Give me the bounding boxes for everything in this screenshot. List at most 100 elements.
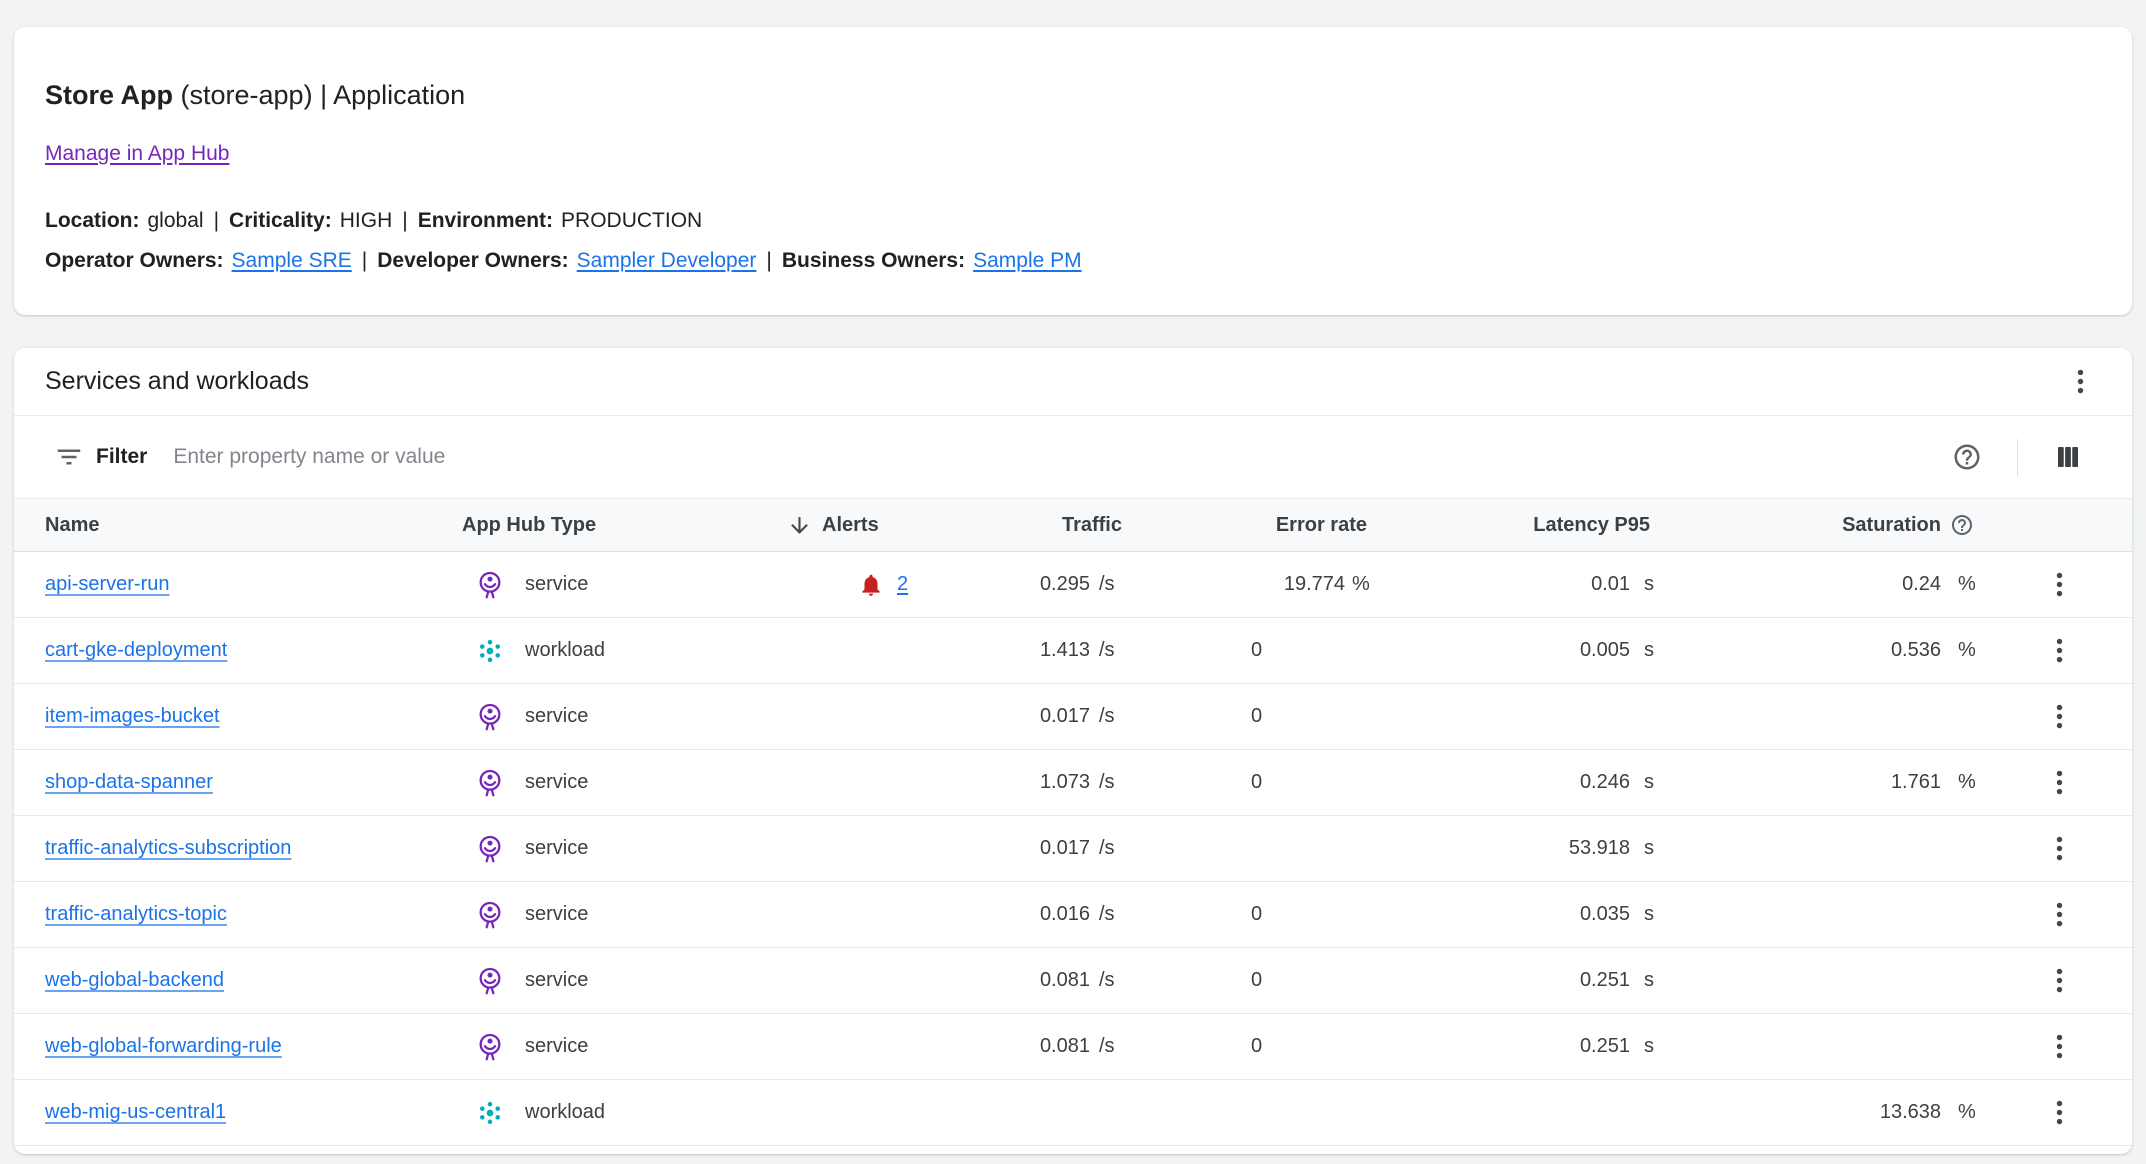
row-name-link[interactable]: web-global-backend [45,969,224,991]
row-type-cell: service [454,767,779,799]
error-rate-value: 0 [1251,1035,1262,1058]
row-type-cell: service [454,833,779,865]
column-header-saturation-label: Saturation [1842,514,1941,537]
app-meta-line-2: Operator Owners: Sample SRE | Developer Own… [45,241,2101,281]
column-header-latency[interactable]: Latency P95 [1379,499,1662,551]
row-alerts: 2 [779,572,1019,598]
services-card: Services and workloads Filter [14,348,2132,1154]
row-actions-button[interactable] [2035,825,2083,873]
row-name-link[interactable]: traffic-analytics-topic [45,903,227,925]
row-name-link[interactable]: traffic-analytics-subscription [45,837,291,859]
row-type-label: workload [525,639,605,662]
column-header-alerts[interactable]: Alerts [779,499,1019,551]
card-more-actions-button[interactable] [2056,358,2104,406]
latency-value: 0.01 [1379,573,1630,596]
alert-count-link[interactable]: 2 [897,573,908,596]
row-actions-button[interactable] [2035,1089,2083,1137]
column-header-traffic[interactable]: Traffic [1019,499,1134,551]
row-name-link[interactable]: api-server-run [45,573,169,595]
row-actions-cell [1986,1089,2132,1137]
filter-icon [54,442,84,472]
row-actions-button[interactable] [2035,693,2083,741]
column-header-alerts-label: Alerts [822,514,879,537]
row-actions-button[interactable] [2035,759,2083,807]
saturation-value: 1.761 [1662,771,1941,794]
row-error-rate-cell: 0 [1134,882,1379,947]
error-rate-value: 0 [1251,705,1262,728]
workload-icon [474,1097,506,1129]
app-title-rest: (store-app) | Application [181,80,466,110]
row-type-cell: service [454,1031,779,1063]
row-actions-button[interactable] [2035,627,2083,675]
row-saturation-cell: 1.761% [1662,750,1986,815]
column-header-error-rate[interactable]: Error rate [1134,499,1379,551]
row-saturation-cell: 0.24% [1662,552,1986,617]
traffic-value: 0.081 [1019,969,1090,992]
latency-value: 0.246 [1379,771,1630,794]
traffic-unit: /s [1090,903,1134,926]
help-circle-icon [1952,442,1982,472]
row-name-link[interactable]: shop-data-spanner [45,771,213,793]
developer-owners-label: Developer Owners: [377,249,568,272]
row-actions-cell [1986,825,2132,873]
row-name-link[interactable]: cart-gke-deployment [45,639,227,661]
row-latency-cell: 53.918s [1379,816,1662,881]
filter-help-button[interactable] [1943,433,1991,481]
row-actions-button[interactable] [2035,561,2083,609]
kebab-menu-icon [2044,701,2075,732]
kebab-menu-icon [2044,1031,2075,1062]
traffic-unit: /s [1090,771,1134,794]
page: Store App (store-app) | Application Mana… [0,0,2146,1164]
separator: | [214,209,219,232]
traffic-value: 0.017 [1019,705,1090,728]
app-meta-line-1: Location:global|Criticality:HIGH|Environ… [45,201,2101,241]
column-header-app-hub-type[interactable]: App Hub Type [454,499,779,551]
row-error-rate-cell: 0 [1134,750,1379,815]
app-name: Store App [45,80,173,110]
service-icon [474,833,506,865]
column-header-traffic-label: Traffic [1062,514,1122,537]
table-row: shop-data-spanner service 1.073/s 0 0.24… [14,750,2132,816]
operator-owner-link[interactable]: Sample SRE [232,249,352,272]
column-header-saturation[interactable]: Saturation [1662,499,1986,551]
row-type-cell: service [454,899,779,931]
column-picker-button[interactable] [2044,433,2092,481]
row-actions-button[interactable] [2035,1023,2083,1071]
row-latency-cell: 0.251s [1379,1014,1662,1079]
row-name-cell: api-server-run [14,573,454,596]
column-header-latency-label: Latency P95 [1533,514,1650,537]
row-actions-button[interactable] [2035,957,2083,1005]
traffic-unit: /s [1090,705,1134,728]
separator: | [362,249,367,272]
row-name-link[interactable]: web-global-forwarding-rule [45,1035,282,1057]
latency-value: 0.005 [1379,639,1630,662]
kebab-menu-icon [2044,1097,2075,1128]
latency-value: 0.035 [1379,903,1630,926]
services-card-header: Services and workloads [14,348,2132,416]
row-latency-cell: 0.035s [1379,882,1662,947]
traffic-unit: /s [1090,969,1134,992]
error-rate-value: 19.774 [1134,573,1345,596]
manage-app-hub-link[interactable]: Manage in App Hub [45,139,229,169]
table-row: web-mig-us-central1 workload 13. [14,1080,2132,1146]
business-owner-link[interactable]: Sample PM [973,249,1082,272]
traffic-unit: /s [1090,1035,1134,1058]
row-actions-cell [1986,891,2132,939]
row-type-label: service [525,705,588,728]
operator-owners-label: Operator Owners: [45,249,224,272]
row-name-link[interactable]: web-mig-us-central1 [45,1101,226,1123]
column-header-name[interactable]: Name [14,499,454,551]
row-actions-button[interactable] [2035,891,2083,939]
latency-unit: s [1630,969,1662,992]
developer-owner-link[interactable]: Sampler Developer [577,249,757,272]
filter-input[interactable] [173,445,1943,469]
row-name-link[interactable]: item-images-bucket [45,705,220,727]
column-header-name-label: Name [45,514,99,537]
saturation-help-icon[interactable] [1950,513,1974,537]
business-owners-label: Business Owners: [782,249,965,272]
row-saturation-cell [1662,684,1986,749]
row-saturation-cell: 13.638% [1662,1080,1986,1145]
latency-value: 0.251 [1379,1035,1630,1058]
table-row: traffic-analytics-topic service 0.016/s … [14,882,2132,948]
row-actions-cell [1986,957,2132,1005]
